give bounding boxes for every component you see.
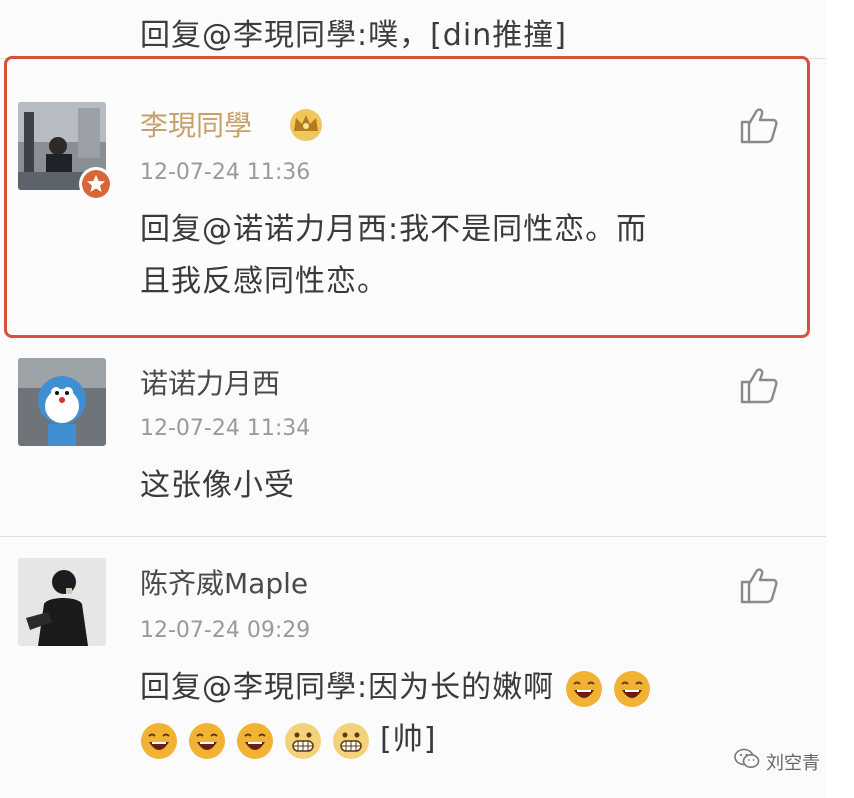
comment-timestamp: 12-07-24 11:34: [140, 416, 311, 441]
wechat-logo-icon: [734, 748, 760, 775]
comment-feed: 回复@李現同學:噗，[din推撞] 李現同學 12-07-24 11:36 回复…: [0, 0, 826, 798]
grinning-emoji-icon: [332, 722, 370, 760]
comment-author-name[interactable]: 李現同學: [140, 104, 252, 144]
weibo-comment-screenshot: 回复@李現同學:噗，[din推撞] 李現同學 12-07-24 11:36 回复…: [0, 0, 854, 798]
comment-text-line: 回复@李現同學:因为长的嫩啊: [140, 662, 780, 714]
comment-author-name[interactable]: 陈齐威Maple: [140, 562, 308, 602]
thumbs-up-icon[interactable]: [738, 104, 780, 146]
comment-text: 回复@诺诺力月西:我不是同性恋。而 且我反感同性恋。: [140, 204, 647, 308]
right-margin: [826, 0, 854, 798]
crown-icon: [286, 106, 326, 142]
comment-author-name[interactable]: 诺诺力月西: [140, 362, 280, 402]
watermark-label: 刘空青: [766, 752, 820, 774]
comment-text-content: 回复@李現同學:因为长的嫩啊: [140, 670, 555, 705]
comment-text-line: [帅]: [140, 714, 780, 766]
grinning-emoji-icon: [284, 722, 322, 760]
comment-text-line: 且我反感同性恋。: [140, 264, 388, 299]
laughing-emoji-icon: [565, 670, 603, 708]
comment-text-line: 回复@诺诺力月西:我不是同性恋。而: [140, 212, 648, 247]
thumbs-up-icon[interactable]: [738, 564, 780, 606]
comment-item: 李現同學 12-07-24 11:36 回复@诺诺力月西:我不是同性恋。而 且我…: [0, 56, 826, 338]
comment-item: 陈齐威Maple 12-07-24 09:29 回复@李現同學:因为长的嫩啊 […: [0, 540, 826, 798]
comment-text: 这张像小受: [140, 468, 295, 503]
emoji-code-text: [帅]: [380, 722, 437, 757]
laughing-emoji-icon: [613, 670, 651, 708]
vip-badge-icon: [78, 166, 114, 202]
partial-comment-text: 回复@李現同學:噗，[din推撞]: [140, 18, 567, 53]
avatar[interactable]: [18, 358, 106, 446]
laughing-emoji-icon: [188, 722, 226, 760]
laughing-emoji-icon: [140, 722, 178, 760]
wechat-watermark: 刘空青: [734, 748, 820, 775]
comment-timestamp: 12-07-24 11:36: [140, 160, 311, 185]
laughing-emoji-icon: [236, 722, 274, 760]
comment-item: 诺诺力月西 12-07-24 11:34 这张像小受: [0, 342, 826, 532]
thumbs-up-icon[interactable]: [738, 364, 780, 406]
divider: [0, 536, 826, 537]
comment-text: 回复@李現同學:因为长的嫩啊 [帅]: [140, 662, 780, 766]
comment-timestamp: 12-07-24 09:29: [140, 618, 311, 643]
avatar[interactable]: [18, 558, 106, 646]
